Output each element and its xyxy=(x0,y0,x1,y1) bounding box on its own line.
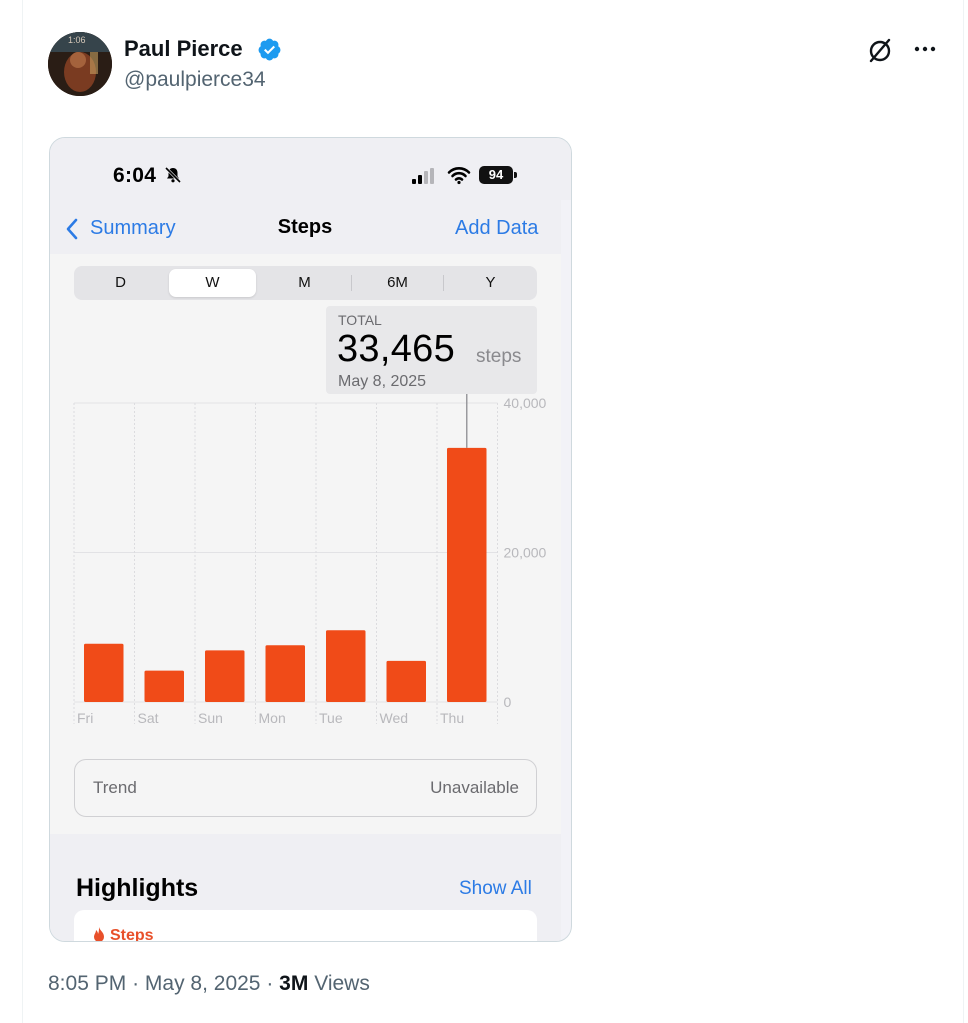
bar-thu xyxy=(447,447,487,702)
tweet-metadata: 8:05 PM · May 8, 2025 · 3M Views xyxy=(48,972,370,996)
views-label: Views xyxy=(314,972,370,995)
page-title: Steps xyxy=(277,216,333,238)
chevron-left-icon[interactable] xyxy=(65,218,79,240)
bar-sun xyxy=(205,650,245,702)
views-count: 3M xyxy=(279,972,309,995)
x-tick-label: Fri xyxy=(77,710,93,726)
x-tick-label: Thu xyxy=(440,710,464,726)
tweet-time[interactable]: 8:05 PM xyxy=(48,972,126,995)
callout-value: 33,465 xyxy=(337,328,456,370)
segment-day[interactable]: D xyxy=(77,269,164,297)
battery-tip xyxy=(514,172,517,178)
segment-divider xyxy=(443,275,444,291)
x-tick-label: Wed xyxy=(380,710,409,726)
verified-badge-icon xyxy=(258,38,281,61)
selection-callout: TOTAL 33,465 steps May 8, 2025 xyxy=(326,306,537,394)
flame-icon xyxy=(94,927,104,941)
highlight-card-label: Steps xyxy=(110,927,154,942)
y-tick-label: 20,000 xyxy=(504,545,547,561)
highlights-title: Highlights xyxy=(76,874,199,902)
wifi-icon xyxy=(447,167,471,185)
avatar-overlay-text: 1:06 xyxy=(68,35,86,45)
steps-chart-panel: D W M 6M Y TOTAL 33,465 steps May 8, 202… xyxy=(50,254,561,834)
silent-bell-icon xyxy=(164,166,182,184)
bar-sat xyxy=(144,670,184,702)
back-summary-button[interactable]: Summary xyxy=(90,217,176,240)
trend-label: Trend xyxy=(93,778,137,797)
timeline-right-border xyxy=(963,0,964,1023)
bar-wed xyxy=(386,660,426,702)
x-tick-label: Tue xyxy=(319,710,343,726)
steps-bar-chart[interactable]: 40,000 20,000 0 Fri Sat Sun Mon Tue Wed Thu xyxy=(50,394,561,734)
meta-separator: · xyxy=(266,972,274,995)
y-tick-label: 40,000 xyxy=(504,395,547,411)
x-tick-label: Sat xyxy=(138,710,159,726)
highlights-section: Highlights Show All Steps xyxy=(50,834,561,942)
phone-nav-bar: Summary Steps Add Data xyxy=(50,200,561,254)
callout-label: TOTAL xyxy=(338,312,382,328)
timeline-left-border xyxy=(22,0,23,1023)
segment-year[interactable]: Y xyxy=(447,269,534,297)
callout-date: May 8, 2025 xyxy=(338,373,427,390)
add-data-button[interactable]: Add Data xyxy=(455,217,538,240)
highlight-card[interactable]: Steps xyxy=(74,910,537,942)
tweet-media-image[interactable]: 6:04 94 Summary Steps Add Data D W M 6M … xyxy=(49,137,572,942)
bar-mon xyxy=(265,645,305,702)
callout-unit: steps xyxy=(476,346,522,367)
segment-divider xyxy=(351,275,352,291)
show-all-button[interactable]: Show All xyxy=(459,878,532,900)
x-tick-label: Sun xyxy=(198,710,223,726)
y-tick-label: 0 xyxy=(504,694,512,710)
trend-value: Unavailable xyxy=(430,778,519,797)
author-handle[interactable]: @paulpierce34 xyxy=(124,68,266,92)
avatar[interactable]: 1:06 xyxy=(48,32,112,96)
time-range-segmented-control[interactable]: D W M 6M Y xyxy=(74,266,537,300)
x-tick-label: Mon xyxy=(259,710,286,726)
tweet-date[interactable]: May 8, 2025 xyxy=(145,972,261,995)
phone-status-bar: 6:04 94 xyxy=(50,138,571,200)
battery-icon: 94 xyxy=(479,166,513,184)
status-time: 6:04 xyxy=(113,164,157,187)
meta-separator: · xyxy=(132,972,140,995)
segment-month[interactable]: M xyxy=(261,269,348,297)
bar-tue xyxy=(326,630,366,702)
trend-row[interactable]: Trend Unavailable xyxy=(74,759,537,817)
bar-fri xyxy=(84,643,124,702)
grok-icon[interactable] xyxy=(866,36,894,64)
segment-six-months[interactable]: 6M xyxy=(354,269,441,297)
more-icon[interactable] xyxy=(912,36,938,62)
author-name[interactable]: Paul Pierce xyxy=(124,36,243,62)
segment-week[interactable]: W xyxy=(169,269,256,297)
cellular-signal-icon xyxy=(412,168,434,184)
